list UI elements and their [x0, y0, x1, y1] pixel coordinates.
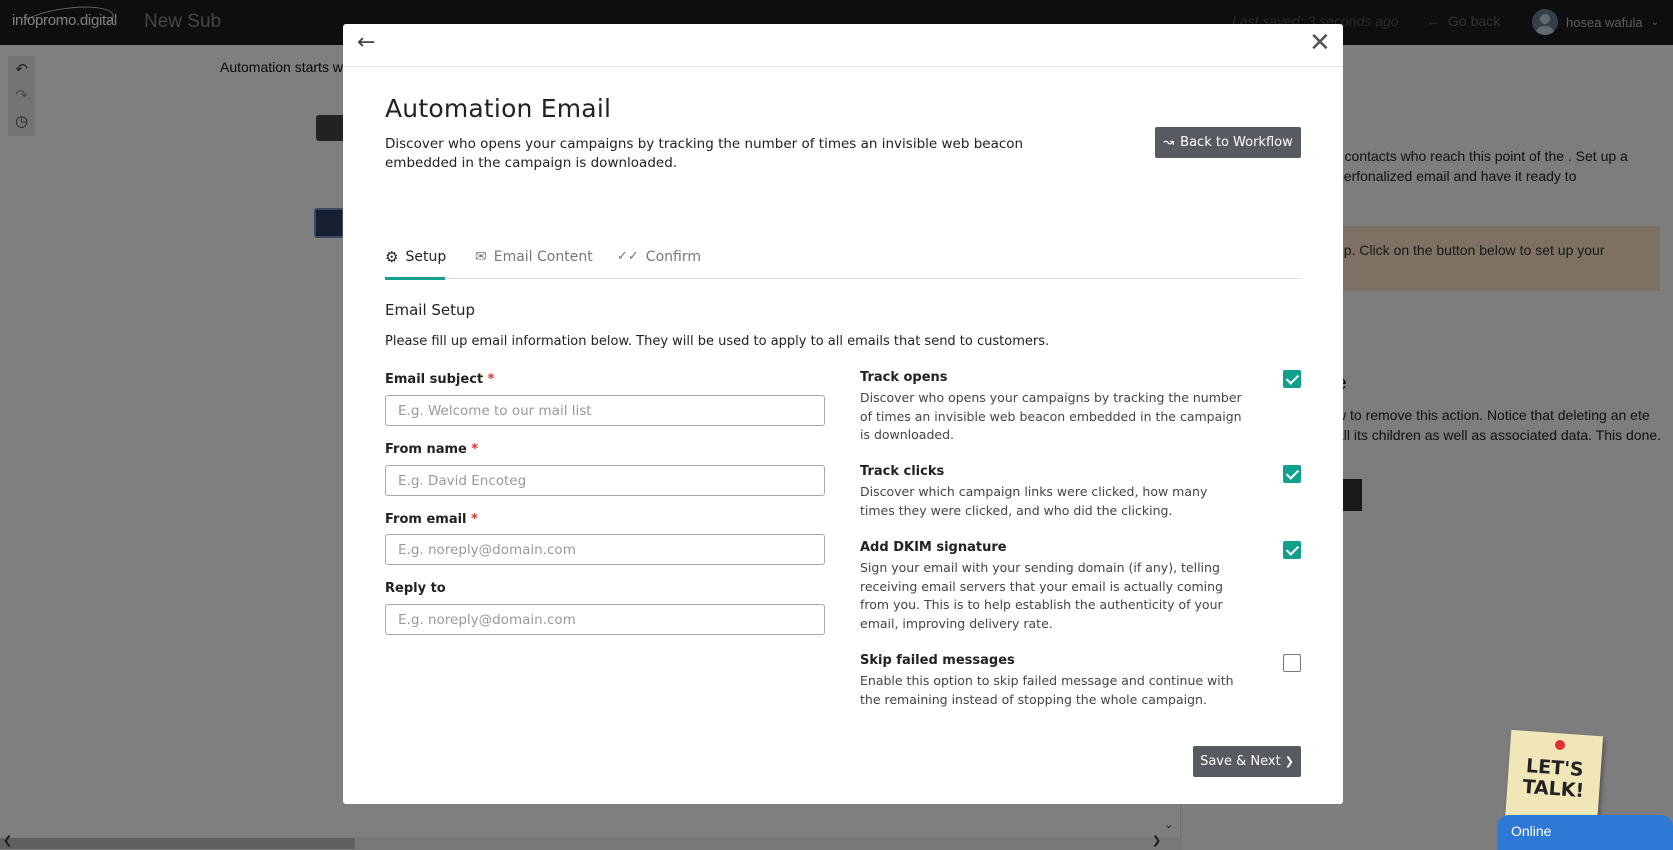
from-email-label: From email *	[385, 512, 478, 527]
double-check-icon: ✓✓	[617, 249, 639, 264]
arrow-left-icon[interactable]: ←	[357, 30, 375, 55]
skip-failed-description: Enable this option to skip failed messag…	[860, 673, 1234, 707]
close-icon[interactable]: ✕	[1309, 28, 1331, 58]
track-clicks-description: Discover which campaign links were click…	[860, 484, 1208, 518]
modal-description: Discover who opens your campaigns by tra…	[385, 136, 1024, 171]
dkim-signature-checkbox[interactable]	[1283, 541, 1301, 559]
track-opens-description: Discover who opens your campaigns by tra…	[860, 390, 1242, 442]
lets-talk-sticky[interactable]: LET'S TALK!	[1504, 729, 1604, 829]
automation-email-modal: ← ✕ Automation Email Discover who opens …	[343, 24, 1343, 804]
dkim-signature-description: Sign your email with your sending domain…	[860, 560, 1223, 631]
email-subject-input[interactable]	[385, 395, 825, 426]
dkim-signature-title: Add DKIM signature	[860, 540, 1007, 555]
modal-header: ← ✕	[343, 24, 1343, 67]
save-next-button[interactable]: Save & Next ❯	[1193, 746, 1301, 777]
section-description: Please fill up email information below. …	[385, 334, 1050, 349]
track-opens-title: Track opens	[860, 370, 948, 385]
tab-setup[interactable]: ⚙ Setup	[385, 234, 447, 280]
pin-icon	[1555, 740, 1565, 750]
reply-to-label: Reply to	[385, 581, 446, 596]
skip-failed-title: Skip failed messages	[860, 653, 1015, 668]
chevron-right-icon: ❯	[1284, 755, 1294, 768]
tab-confirm-label: Confirm	[645, 248, 701, 265]
gear-icon: ⚙	[385, 247, 399, 266]
skip-failed-checkbox[interactable]	[1283, 654, 1301, 672]
email-subject-label: Email subject *	[385, 372, 495, 387]
tab-email-content-label: Email Content	[493, 248, 593, 265]
from-name-input[interactable]	[385, 465, 825, 496]
chat-online-tab[interactable]: Online	[1497, 815, 1673, 850]
from-email-input[interactable]	[385, 534, 825, 565]
save-next-label: Save & Next	[1200, 754, 1281, 769]
from-name-label: From name *	[385, 442, 479, 457]
tab-email-content[interactable]: ✉ Email Content	[475, 234, 593, 279]
track-opens-checkbox[interactable]	[1283, 370, 1301, 388]
tab-confirm[interactable]: ✓✓ Confirm	[617, 234, 701, 279]
back-to-workflow-label: Back to Workflow	[1180, 135, 1293, 150]
section-title: Email Setup	[385, 301, 476, 319]
reply-to-input[interactable]	[385, 604, 825, 635]
back-to-workflow-button[interactable]: ↝ Back to Workflow	[1155, 127, 1301, 158]
track-clicks-title: Track clicks	[860, 464, 945, 479]
envelope-icon: ✉	[475, 248, 487, 265]
modal-title: Automation Email	[385, 94, 612, 123]
modal-tabs: ⚙ Setup ✉ Email Content ✓✓ Confirm	[385, 234, 1301, 280]
workflow-icon: ↝	[1163, 135, 1175, 150]
tab-setup-label: Setup	[405, 248, 447, 265]
track-clicks-checkbox[interactable]	[1283, 465, 1301, 483]
